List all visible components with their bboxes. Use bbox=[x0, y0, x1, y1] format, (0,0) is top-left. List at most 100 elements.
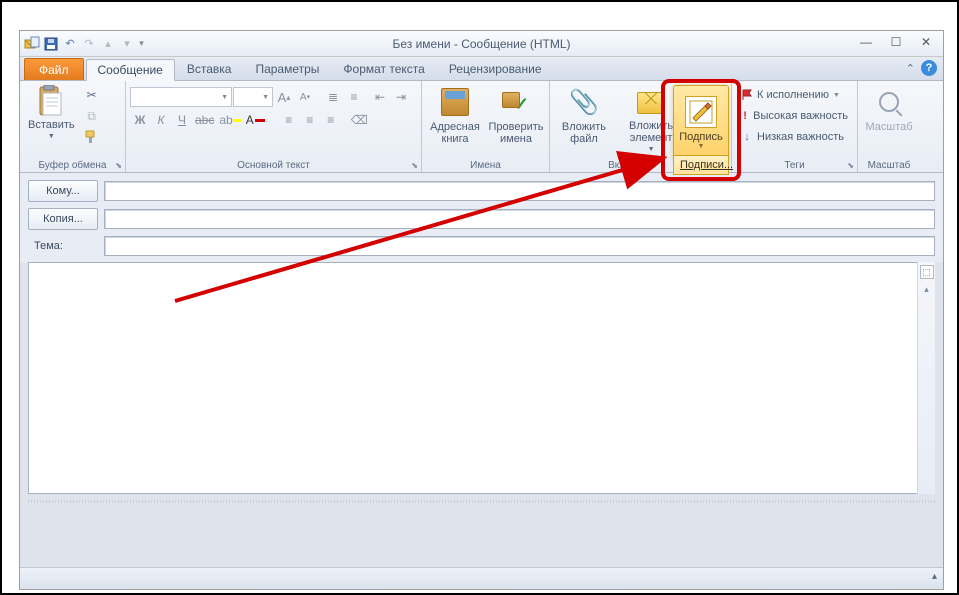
paperclip-icon: 📎 bbox=[568, 86, 600, 118]
save-icon[interactable] bbox=[43, 36, 59, 52]
prev-item-icon[interactable]: ▴ bbox=[100, 36, 116, 52]
high-importance-label: Высокая важность bbox=[753, 110, 848, 122]
low-importance-label: Низкая важность bbox=[757, 131, 844, 143]
signature-icon bbox=[685, 96, 717, 128]
minimize-button[interactable]: ― bbox=[851, 32, 881, 52]
font-launcher-icon[interactable]: ⬊ bbox=[411, 161, 418, 170]
next-item-icon[interactable]: ▾ bbox=[119, 36, 135, 52]
paste-label: Вставить bbox=[28, 119, 75, 131]
exclamation-icon: ! bbox=[741, 110, 749, 122]
highlight-color-icon[interactable]: ab bbox=[217, 110, 242, 130]
chevron-down-icon: ▼ bbox=[698, 143, 705, 150]
address-book-button[interactable]: Адресная книга bbox=[426, 83, 484, 155]
format-painter-icon[interactable] bbox=[81, 127, 103, 147]
to-button[interactable]: Кому... bbox=[28, 180, 98, 202]
qat-customize-icon[interactable]: ▾ bbox=[138, 37, 145, 51]
close-button[interactable]: ✕ bbox=[911, 32, 941, 52]
attach-file-label: Вложить файл bbox=[558, 121, 610, 145]
titlebar: ↶ ↷ ▴ ▾ ▾ Без имени - Сообщение (HTML) ―… bbox=[20, 31, 943, 57]
basic-text-group-label: Основной текст bbox=[126, 160, 421, 171]
down-arrow-icon: ↓ bbox=[741, 131, 753, 143]
body-side-panel: ⬚ ▴ bbox=[917, 262, 935, 494]
low-importance-button[interactable]: ↓ Низкая важность bbox=[738, 127, 851, 147]
signature-button[interactable]: Подпись ▼ bbox=[673, 85, 729, 161]
font-name-combo[interactable]: ▼ bbox=[130, 87, 232, 107]
signatures-menu-item[interactable]: Подписи... bbox=[673, 155, 729, 175]
cc-field[interactable] bbox=[104, 209, 935, 229]
to-field[interactable] bbox=[104, 181, 935, 201]
zoom-group-label: Масштаб bbox=[858, 160, 920, 171]
high-importance-button[interactable]: ! Высокая важность bbox=[738, 106, 851, 126]
scroll-up-icon[interactable]: ▴ bbox=[920, 282, 934, 296]
ribbon-group-clipboard: Вставить ▼ ✂ ⧉ Буфер обмена ⬊ bbox=[20, 81, 126, 172]
clipboard-icon bbox=[35, 85, 67, 119]
message-header: Кому... Копия... Тема: bbox=[20, 173, 943, 262]
redo-icon[interactable]: ↷ bbox=[81, 36, 97, 52]
strike-button[interactable]: abc bbox=[193, 110, 216, 130]
ribbon-group-names: Адресная книга Проверить имена Имена bbox=[422, 81, 550, 172]
help-icon[interactable]: ? bbox=[921, 60, 937, 76]
subject-field[interactable] bbox=[104, 236, 935, 256]
align-left-icon[interactable]: ≡ bbox=[279, 110, 299, 130]
check-names-icon bbox=[500, 86, 532, 118]
tab-review[interactable]: Рецензирование bbox=[437, 58, 554, 80]
check-names-button[interactable]: Проверить имена bbox=[486, 83, 546, 155]
clipboard-group-label: Буфер обмена bbox=[20, 160, 125, 171]
undo-icon[interactable]: ↶ bbox=[62, 36, 78, 52]
copy-icon[interactable]: ⧉ bbox=[81, 106, 103, 126]
underline-button[interactable]: Ч bbox=[172, 110, 192, 130]
status-bar: ▴ bbox=[20, 567, 943, 589]
qat-send-receive-icon[interactable] bbox=[24, 36, 40, 52]
increase-indent-icon[interactable]: ⇥ bbox=[391, 87, 411, 107]
ribbon-group-basic-text: ▼ ▼ A▴ A▾ ≣ ≡ ⇤ ⇥ Ж К Ч bbox=[126, 81, 422, 172]
ribbon-minimize-icon[interactable]: ⌃ bbox=[906, 62, 915, 75]
followup-button[interactable]: К исполнению ▼ bbox=[738, 85, 851, 105]
bold-button[interactable]: Ж bbox=[130, 110, 150, 130]
align-right-icon[interactable]: ≡ bbox=[321, 110, 341, 130]
font-size-combo[interactable]: ▼ bbox=[233, 87, 273, 107]
clear-format-icon[interactable]: ⌫ bbox=[349, 110, 370, 130]
signatures-menu-label: Подписи... bbox=[680, 159, 733, 171]
ribbon-group-tags: К исполнению ▼ ! Высокая важность ↓ Низк… bbox=[732, 81, 858, 172]
font-color-icon[interactable]: A bbox=[244, 110, 267, 130]
zoom-button[interactable]: Масштаб bbox=[862, 83, 916, 155]
window-title: Без имени - Сообщение (HTML) bbox=[20, 37, 943, 51]
attach-file-button[interactable]: 📎 Вложить файл bbox=[554, 83, 614, 155]
tab-insert[interactable]: Вставка bbox=[175, 58, 244, 80]
tags-group-label: Теги bbox=[732, 160, 857, 171]
cc-button[interactable]: Копия... bbox=[28, 208, 98, 230]
paste-button[interactable]: Вставить ▼ bbox=[24, 83, 79, 155]
cut-icon[interactable]: ✂ bbox=[81, 85, 103, 105]
address-book-label: Адресная книга bbox=[430, 121, 480, 145]
subject-label: Тема: bbox=[28, 240, 98, 252]
expand-header-icon[interactable]: ⬚ bbox=[920, 265, 934, 279]
chevron-down-icon: ▼ bbox=[648, 146, 655, 153]
flag-icon bbox=[741, 89, 753, 101]
tab-format-text[interactable]: Формат текста bbox=[331, 58, 436, 80]
resize-gripper[interactable] bbox=[28, 500, 935, 503]
maximize-button[interactable]: ☐ bbox=[881, 32, 911, 52]
shrink-font-icon[interactable]: A▾ bbox=[295, 87, 315, 107]
clipboard-launcher-icon[interactable]: ⬊ bbox=[115, 161, 122, 170]
chevron-down-icon: ▼ bbox=[48, 133, 55, 140]
ribbon-tabs: Файл Сообщение Вставка Параметры Формат … bbox=[20, 57, 943, 81]
collapse-statusbar-icon[interactable]: ▴ bbox=[932, 571, 937, 582]
signature-highlight: Подпись ▼ Подписи... bbox=[661, 79, 741, 181]
italic-button[interactable]: К bbox=[151, 110, 171, 130]
align-center-icon[interactable]: ≡ bbox=[300, 110, 320, 130]
address-book-icon bbox=[439, 86, 471, 118]
app-window: ↶ ↷ ▴ ▾ ▾ Без имени - Сообщение (HTML) ―… bbox=[19, 30, 944, 590]
tags-launcher-icon[interactable]: ⬊ bbox=[847, 161, 854, 170]
tab-message[interactable]: Сообщение bbox=[86, 59, 175, 81]
quick-access-toolbar: ↶ ↷ ▴ ▾ ▾ bbox=[24, 36, 145, 52]
message-body[interactable]: ⬚ ▴ bbox=[28, 262, 935, 494]
file-tab[interactable]: Файл bbox=[24, 58, 84, 80]
ribbon-group-zoom: Масштаб Масштаб bbox=[858, 81, 920, 172]
followup-label: К исполнению bbox=[757, 89, 829, 101]
zoom-label: Масштаб bbox=[865, 121, 912, 133]
grow-font-icon[interactable]: A▴ bbox=[274, 87, 294, 107]
numbering-icon[interactable]: ≡ bbox=[344, 87, 364, 107]
bullets-icon[interactable]: ≣ bbox=[323, 87, 343, 107]
tab-options[interactable]: Параметры bbox=[243, 58, 331, 80]
decrease-indent-icon[interactable]: ⇤ bbox=[370, 87, 390, 107]
